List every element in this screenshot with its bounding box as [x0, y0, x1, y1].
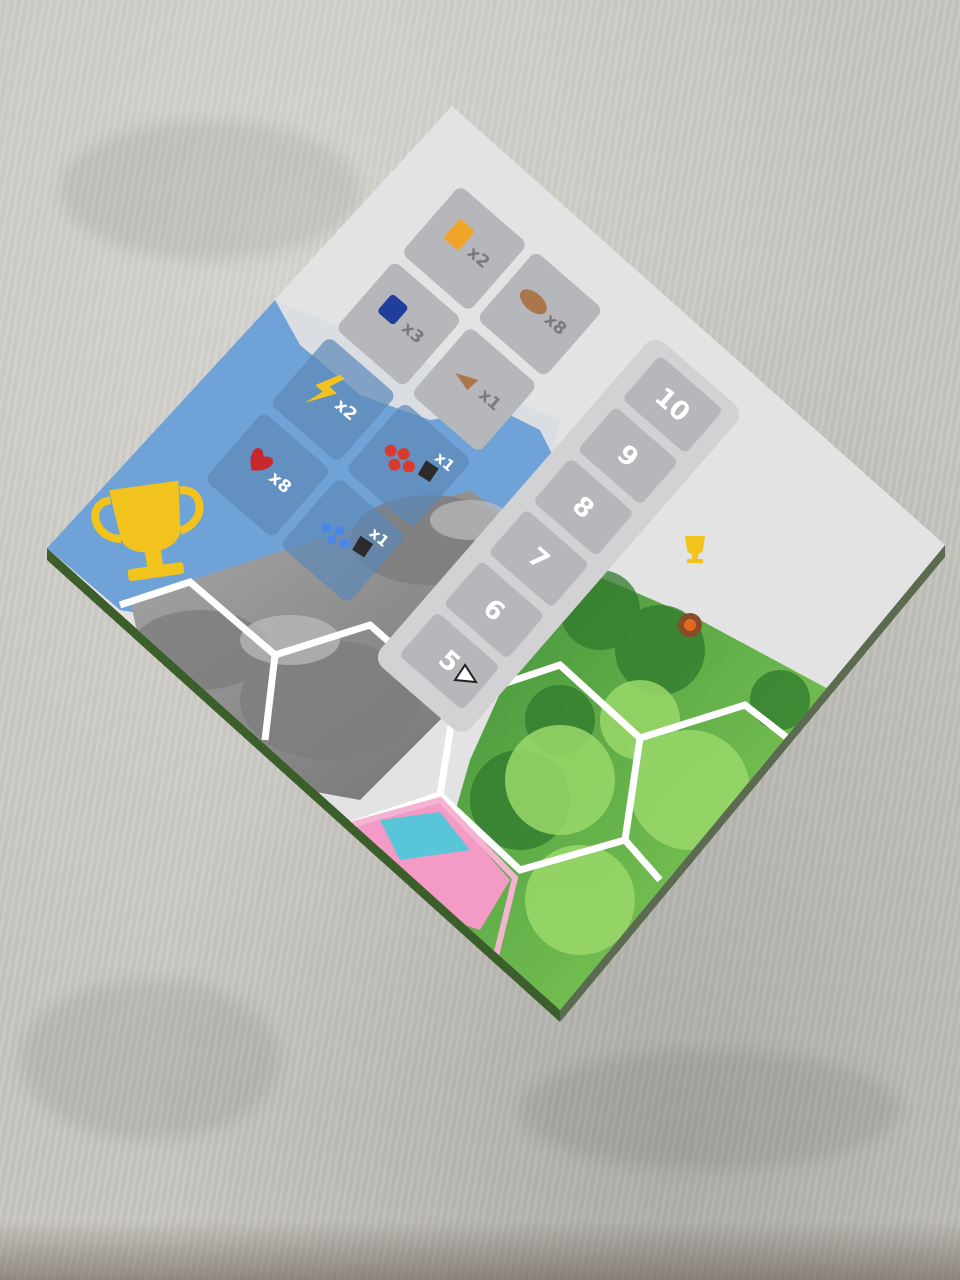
game-board: x2 x8 x3 x1 x2 x1 x8 x1 10 9 8 7 6 5 — [47, 106, 945, 1022]
campfire-icon — [678, 613, 702, 637]
